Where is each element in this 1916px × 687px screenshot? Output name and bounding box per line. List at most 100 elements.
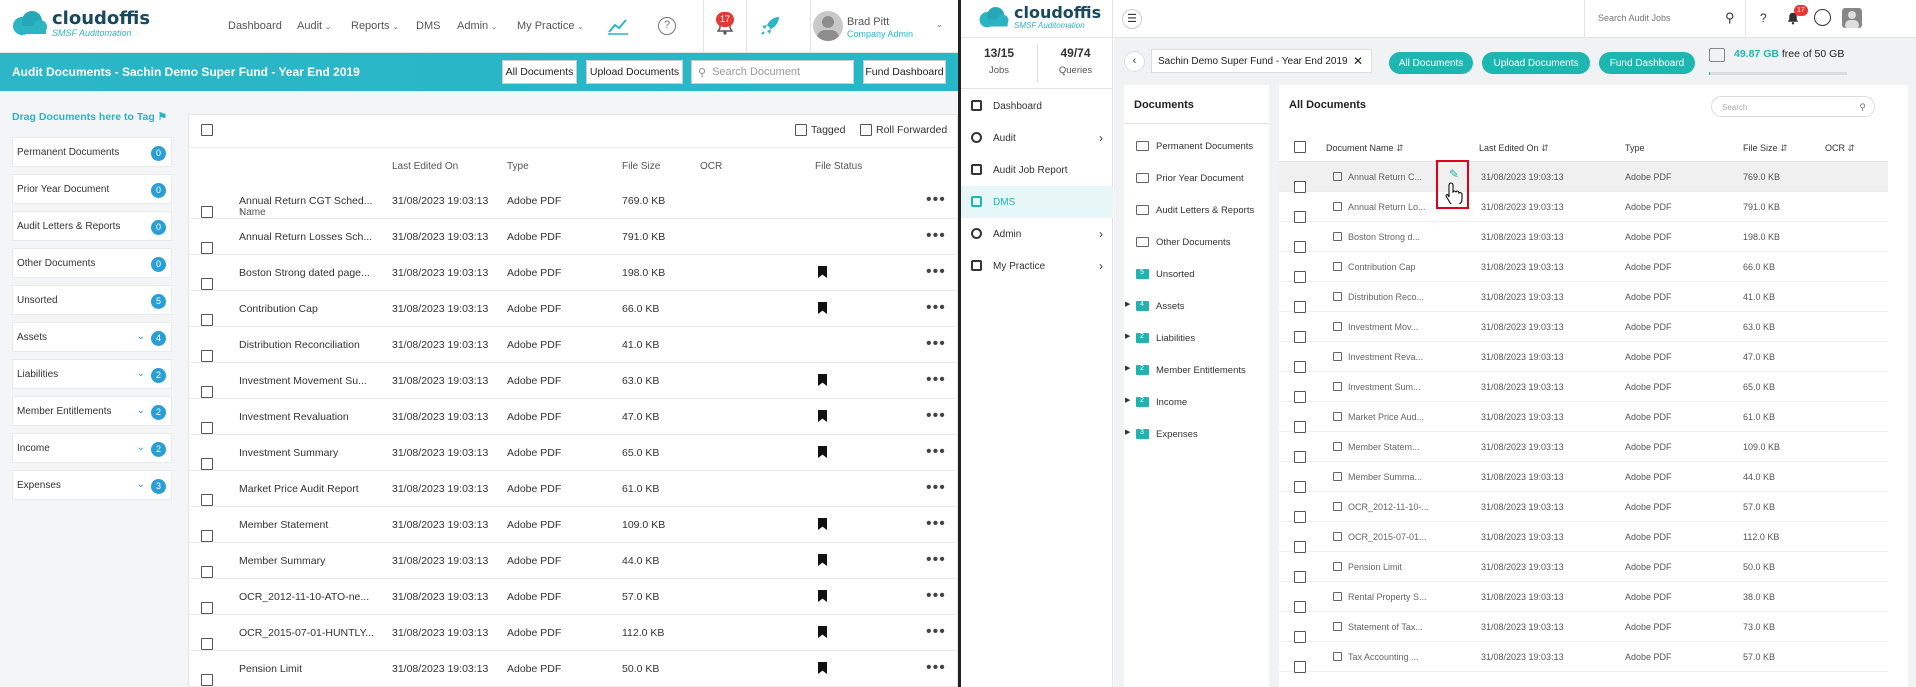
sidebar-item-admin[interactable]: Admin ›	[961, 218, 1113, 250]
table-row[interactable]: OCR_2015-07-01... 31/08/2023 19:03:13 Adob…	[1279, 522, 1888, 553]
column-type[interactable]: Type	[507, 161, 529, 172]
document-name[interactable]: Annual Return Losses Sch...	[239, 231, 372, 243]
column-last-edited[interactable]: Last Edited On ⇵	[1479, 143, 1549, 154]
column-ocr[interactable]: OCR ⇵	[1825, 143, 1855, 154]
user-menu-chevron-icon[interactable]: ⌄	[936, 20, 943, 29]
table-row[interactable]: Member Summa... 31/08/2023 19:03:13 Adobe …	[1279, 462, 1888, 493]
document-name[interactable]: Member Summary	[239, 555, 325, 567]
tag-category-item[interactable]: Unsorted 5	[12, 285, 172, 315]
tag-category-item[interactable]: Prior Year Document 0	[12, 174, 172, 204]
more-options-icon[interactable]: •••	[926, 263, 946, 281]
table-row[interactable]: Pension Limit 31/08/2023 19:03:13 Adobe PD…	[1279, 552, 1888, 583]
table-row[interactable]: Contribution Cap 31/08/2023 19:03:13 Adobe…	[189, 291, 958, 327]
all-documents-button[interactable]: All Documents	[502, 60, 577, 84]
tag-category-item[interactable]: Other Documents 0	[12, 248, 172, 278]
search-document-field[interactable]: ⚲ Search Document	[691, 60, 854, 84]
analytics-icon[interactable]	[604, 12, 632, 40]
doc-tree-item[interactable]: Prior Year Document	[1124, 166, 1269, 192]
column-last-edited[interactable]: Last Edited On	[392, 161, 458, 172]
more-options-icon[interactable]: •••	[926, 227, 946, 245]
table-row[interactable]: Investment Summary 31/08/2023 19:03:13 Ado…	[189, 435, 958, 471]
column-file-status[interactable]: File Status	[815, 161, 862, 172]
more-options-icon[interactable]: •••	[926, 335, 946, 353]
fund-selector-chip[interactable]: Sachin Demo Super Fund - Year End 2019 ✕	[1151, 49, 1372, 73]
table-row[interactable]: Contribution Cap 31/08/2023 19:03:13 Adobe…	[1279, 252, 1888, 283]
document-name[interactable]: Boston Strong d...	[1348, 232, 1420, 242]
audit-jobs-search-input[interactable]: Search Audit Jobs	[1598, 13, 1671, 23]
all-docs-search-input[interactable]: Search ⚲	[1711, 96, 1875, 117]
avatar[interactable]	[1842, 8, 1862, 28]
document-name[interactable]: Statement of Tax...	[1348, 622, 1423, 632]
table-row[interactable]: Pension Limit 31/08/2023 19:03:13 Adobe PD…	[189, 651, 958, 687]
sidebar-item-dashboard[interactable]: Dashboard	[961, 90, 1113, 122]
all-documents-button[interactable]: All Documents	[1389, 52, 1473, 74]
chevron-down-icon[interactable]: ⌄	[137, 368, 145, 379]
more-options-icon[interactable]: •••	[926, 587, 946, 605]
close-icon[interactable]: ✕	[1353, 54, 1363, 68]
table-row[interactable]: Boston Strong dated page... 31/08/2023 19…	[189, 255, 958, 291]
sidebar-item-audit-job-report[interactable]: Audit Job Report	[961, 154, 1113, 186]
more-options-icon[interactable]: •••	[926, 371, 946, 389]
document-name[interactable]: Tax Accounting ...	[1348, 652, 1419, 662]
table-row[interactable]: Annual Return Losses Sch... 31/08/2023 19…	[189, 219, 958, 255]
table-row[interactable]: Tax Accounting ... 31/08/2023 19:03:13 Ado…	[1279, 642, 1888, 673]
help-icon[interactable]: ?	[653, 12, 681, 40]
nav-dashboard[interactable]: Dashboard	[228, 20, 282, 32]
document-name[interactable]: Market Price Audit Report	[239, 483, 359, 495]
more-options-icon[interactable]: •••	[926, 479, 946, 497]
nav-audit[interactable]: Audit ⌄	[297, 20, 331, 32]
column-document-name[interactable]: Document Name ⇵	[1326, 143, 1404, 154]
more-options-icon[interactable]: •••	[926, 191, 946, 209]
edit-pencil-icon[interactable]: ✎	[1449, 167, 1459, 181]
menu-toggle-icon[interactable]: ☰	[1122, 9, 1142, 29]
table-row[interactable]: Member Statement 31/08/2023 19:03:13 Adobe…	[189, 507, 958, 543]
doc-tree-item[interactable]: ▶ 2 Liabilities	[1124, 326, 1269, 352]
document-name[interactable]: Rental Property S...	[1348, 592, 1427, 602]
more-options-icon[interactable]: •••	[926, 443, 946, 461]
document-name[interactable]: Investment Summary	[239, 447, 338, 459]
chevron-down-icon[interactable]: ⌄	[137, 479, 145, 490]
table-row[interactable]: OCR_2012-11-10-ATO-ne... 31/08/2023 19:03…	[189, 579, 958, 615]
document-name[interactable]: Annual Return CGT Sched...	[239, 195, 372, 207]
document-name[interactable]: Investment Reva...	[1348, 352, 1423, 362]
table-row[interactable]: Distribution Reconciliation 31/08/2023 19…	[189, 327, 958, 363]
table-row[interactable]: Boston Strong d... 31/08/2023 19:03:13 Ado…	[1279, 222, 1888, 253]
search-icon[interactable]: ⚲	[1725, 10, 1735, 26]
document-name[interactable]: Market Price Aud...	[1348, 412, 1424, 422]
more-options-icon[interactable]: •••	[926, 623, 946, 641]
document-name[interactable]: Distribution Reconciliation	[239, 339, 360, 351]
document-name[interactable]: OCR_2015-07-01...	[1348, 532, 1427, 542]
back-button[interactable]: ‹	[1124, 51, 1145, 72]
column-type[interactable]: Type	[1625, 143, 1645, 153]
document-name[interactable]: Contribution Cap	[1348, 262, 1416, 272]
table-row[interactable]: Market Price Aud... 31/08/2023 19:03:13 Ad…	[1279, 402, 1888, 433]
expand-arrow-icon[interactable]: ▶	[1125, 364, 1130, 372]
table-row[interactable]: Annual Return CGT Sched... 31/08/2023 19:…	[189, 183, 958, 219]
more-options-icon[interactable]: •••	[926, 299, 946, 317]
table-row[interactable]: Member Summary 31/08/2023 19:03:13 Adobe P…	[189, 543, 958, 579]
doc-tree-item[interactable]: Other Documents	[1124, 230, 1269, 256]
document-name[interactable]: OCR_2012-11-10-...	[1348, 502, 1429, 512]
tag-category-item[interactable]: Liabilities ⌄ 2	[12, 359, 172, 389]
table-row[interactable]: Distribution Reco... 31/08/2023 19:03:13 A…	[1279, 282, 1888, 313]
table-row[interactable]: Investment Reva... 31/08/2023 19:03:13 Ado…	[1279, 342, 1888, 373]
document-name[interactable]: Member Summa...	[1348, 472, 1422, 482]
roll-forwarded-filter[interactable]: Roll Forwarded	[860, 124, 947, 136]
select-all-checkbox[interactable]	[1294, 141, 1306, 155]
avatar[interactable]	[813, 11, 843, 41]
doc-tree-item[interactable]: ▶ 4 Assets	[1124, 294, 1269, 320]
document-name[interactable]: Pension Limit	[239, 663, 302, 675]
table-row[interactable]: Market Price Audit Report 31/08/2023 19:0…	[189, 471, 958, 507]
tag-category-item[interactable]: Income ⌄ 2	[12, 433, 172, 463]
nav-admin[interactable]: Admin ⌄	[457, 20, 497, 32]
chevron-down-icon[interactable]: ⌄	[137, 405, 145, 416]
chevron-down-icon[interactable]: ⌄	[137, 442, 145, 453]
doc-tree-item[interactable]: ▶ 2 Member Entitlements	[1124, 358, 1269, 384]
expand-arrow-icon[interactable]: ▶	[1125, 300, 1130, 308]
document-name[interactable]: Pension Limit	[1348, 562, 1402, 572]
column-file-size[interactable]: File Size	[622, 161, 660, 172]
document-name[interactable]: Distribution Reco...	[1348, 292, 1424, 302]
more-options-icon[interactable]: •••	[926, 551, 946, 569]
nav-dms[interactable]: DMS	[416, 20, 440, 32]
doc-tree-item[interactable]: 5 Unsorted	[1124, 262, 1269, 288]
